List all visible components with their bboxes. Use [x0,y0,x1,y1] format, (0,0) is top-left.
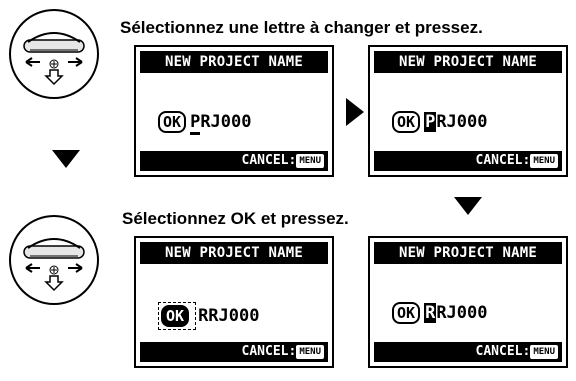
cancel-bar: CANCEL: MENU [140,151,328,171]
cancel-bar: CANCEL: MENU [374,151,562,171]
caption-middle: Sélectionnez OK et pressez. [122,209,349,228]
jog-dial-icon [6,6,102,102]
cursor-char: P [190,112,201,135]
ok-button[interactable]: OK [161,305,190,327]
screen-title: NEW PROJECT NAME [374,51,562,73]
project-name-line: OK P RJ000 [158,111,252,135]
cancel-label: CANCEL: [241,153,297,168]
menu-key[interactable]: MENU [530,153,558,168]
menu-key[interactable]: MENU [296,344,324,359]
cancel-bar: CANCEL: MENU [374,342,562,362]
lcd-screen: NEW PROJECT NAME OK P RJ000 CANCEL: MENU [368,45,568,177]
project-name-line: OK RRJ000 [158,302,259,330]
cancel-label: CANCEL: [475,344,531,359]
arrow-down-icon [52,150,80,168]
lcd-screen: NEW PROJECT NAME OK P RJ000 CANCEL: MENU [134,45,334,177]
lcd-screen: NEW PROJECT NAME OK RRJ000 CANCEL: MENU [134,236,334,368]
screen-title: NEW PROJECT NAME [140,242,328,264]
menu-key[interactable]: MENU [296,153,324,168]
ok-focus-frame: OK [158,302,197,330]
name-rest: RRJ000 [198,306,260,326]
name-rest: RJ000 [436,112,488,132]
cursor-char: P [424,112,437,132]
cursor-char: R [424,303,437,323]
screen-title: NEW PROJECT NAME [374,242,562,264]
project-name-line: OK R RJ000 [392,302,488,324]
cancel-label: CANCEL: [241,344,297,359]
caption-top: Sélectionnez une lettre à changer et pre… [120,18,483,37]
menu-key[interactable]: MENU [530,344,558,359]
ok-button[interactable]: OK [158,111,187,133]
ok-button[interactable]: OK [392,302,421,324]
cancel-label: CANCEL: [475,153,531,168]
cancel-bar: CANCEL: MENU [140,342,328,362]
arrow-down-icon [454,197,482,215]
name-rest: RJ000 [436,303,488,323]
name-rest: RJ000 [200,112,252,132]
arrow-right-icon [346,98,364,126]
screen-title: NEW PROJECT NAME [140,51,328,73]
project-name-line: OK P RJ000 [392,111,488,133]
jog-dial-icon [6,212,102,308]
lcd-screen: NEW PROJECT NAME OK R RJ000 CANCEL: MENU [368,236,568,368]
ok-button[interactable]: OK [392,111,421,133]
